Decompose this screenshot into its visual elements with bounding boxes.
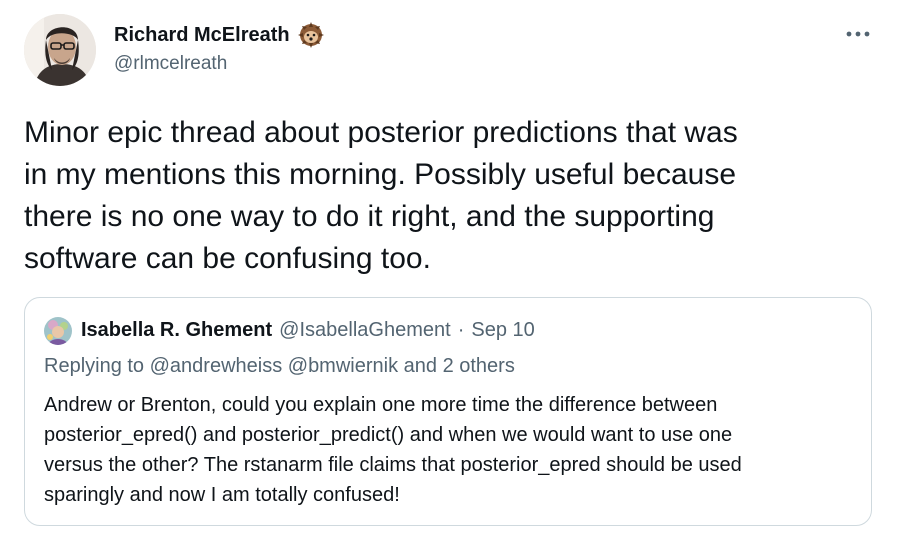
author-handle[interactable]: @rlmcelreath (114, 53, 227, 75)
author-name[interactable]: Richard McElreath (114, 22, 324, 48)
author-avatar[interactable] (24, 14, 96, 86)
profile-photo-icon (24, 14, 96, 86)
more-options-button[interactable] (840, 20, 876, 48)
quoted-tweet-text: Andrew or Brenton, could you explain one… (44, 394, 742, 506)
header-separator: · (457, 319, 465, 341)
tweet: Richard McElreath @rlmcelreath Minor epi… (0, 0, 899, 544)
tweet-text: Minor epic thread about posterior predic… (24, 116, 738, 275)
quoted-author-avatar[interactable] (44, 317, 72, 345)
more-horizontal-icon (846, 31, 870, 37)
replying-to-line: Replying to @andrewheiss @bmwiernik and … (44, 355, 515, 377)
quoted-author-handle[interactable]: @IsabellaGhement (279, 319, 451, 342)
quoted-tweet-date[interactable]: Sep 10 (471, 319, 534, 342)
quoted-profile-photo-icon (44, 317, 72, 345)
author-name-text: Richard McElreath (114, 23, 290, 46)
quoted-author-name[interactable]: Isabella R. Ghement (81, 319, 272, 342)
hedgehog-emoji-icon (297, 22, 324, 48)
quoted-tweet-card[interactable]: Isabella R. Ghement @IsabellaGhement · S… (24, 297, 872, 526)
quoted-tweet-header: Isabella R. Ghement @IsabellaGhement · S… (81, 319, 535, 342)
